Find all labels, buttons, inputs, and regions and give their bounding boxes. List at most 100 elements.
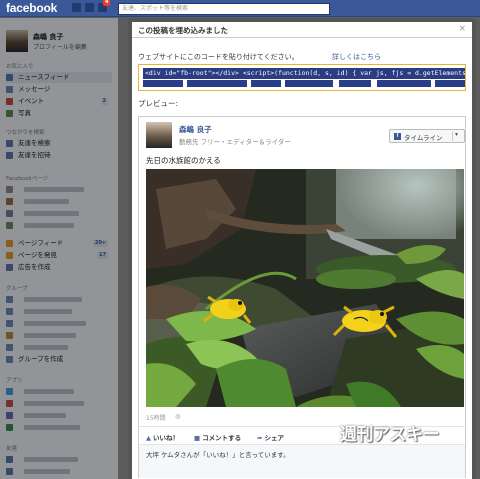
left-sidebar: 森嶋 良子 プロフィールを編集 お気に入り ニュースフィード メッセージ イベン… bbox=[0, 18, 118, 479]
chevron-down-icon[interactable]: ▾ bbox=[455, 131, 458, 138]
group-icon bbox=[6, 320, 13, 327]
sidebar-item-app-1[interactable] bbox=[6, 386, 112, 397]
discover-pages-count: 17 bbox=[97, 252, 108, 259]
post-author[interactable]: 森嶋 良子 bbox=[179, 124, 212, 135]
news-feed-icon bbox=[6, 74, 13, 81]
sidebar-item-group-3[interactable] bbox=[6, 318, 112, 329]
blurred-label bbox=[24, 187, 84, 192]
sidebar-item-messages[interactable]: メッセージ bbox=[6, 84, 112, 95]
avatar[interactable] bbox=[146, 122, 172, 148]
messages-icon bbox=[6, 86, 13, 93]
sidebar-item-app-2[interactable] bbox=[6, 398, 112, 409]
blurred-label bbox=[24, 297, 82, 302]
messages-icon[interactable] bbox=[85, 3, 94, 12]
frog-photo bbox=[146, 169, 464, 407]
embed-post-dialog: この投稿を埋め込みました × ウェブサイトにこのコードを貼り付けてください。 詳… bbox=[132, 22, 472, 479]
find-friends-icon bbox=[6, 140, 13, 147]
avatar[interactable] bbox=[6, 30, 28, 52]
friend-list-icon bbox=[6, 468, 13, 475]
close-icon[interactable]: × bbox=[458, 24, 466, 34]
sidebar-item-group-2[interactable] bbox=[6, 306, 112, 317]
blurred-label bbox=[24, 469, 70, 474]
sidebar-item-group-5[interactable] bbox=[6, 342, 112, 353]
sidebar-item-group-4[interactable] bbox=[6, 330, 112, 341]
app-icon bbox=[6, 400, 13, 407]
sidebar-item-friend-1[interactable] bbox=[6, 454, 112, 465]
connect-header: つながりを検索 bbox=[6, 130, 45, 136]
author-role: 勤務先 フリー・エディター＆ライター bbox=[179, 138, 291, 146]
dialog-header: この投稿を埋め込みました × bbox=[132, 22, 472, 38]
sidebar-item-discover-pages[interactable]: ページを発見 17 bbox=[6, 250, 112, 261]
sidebar-item-find-friends[interactable]: 友達を検索 bbox=[6, 138, 112, 149]
pages-feed-icon bbox=[6, 240, 13, 247]
apps-header: アプリ bbox=[6, 378, 23, 384]
post-timestamp[interactable]: 15時間 bbox=[146, 413, 166, 422]
blurred-label bbox=[24, 309, 72, 314]
groups-header: グループ bbox=[6, 286, 28, 292]
embed-instruction: ウェブサイトにこのコードを貼り付けてください。 bbox=[138, 53, 299, 61]
sidebar-item-create-group[interactable]: グループを作成 bbox=[6, 354, 112, 365]
share-icon: ➦ bbox=[257, 434, 263, 442]
blurred-label bbox=[24, 333, 76, 338]
app-icon bbox=[6, 424, 13, 431]
sidebar-item-create-ad[interactable]: 広告を作成 bbox=[6, 262, 112, 273]
page-icon bbox=[6, 210, 13, 217]
notification-badge: 4 bbox=[103, 0, 111, 6]
search-input[interactable]: 友達、スポット等を検索 bbox=[118, 3, 330, 15]
timeline-button[interactable]: f タイムライン ▾ bbox=[389, 129, 465, 143]
comment-button[interactable]: ■ コメントする bbox=[194, 432, 241, 442]
timeline-label: タイムライン bbox=[404, 134, 443, 142]
friend-list-icon bbox=[6, 456, 13, 463]
pages-feed-count: 20+ bbox=[92, 240, 108, 247]
events-count: 2 bbox=[100, 98, 108, 105]
learn-more-link[interactable]: 詳しくはこちら bbox=[332, 52, 381, 62]
friend-requests-icon[interactable] bbox=[72, 3, 81, 12]
facebook-icon: f bbox=[394, 133, 401, 140]
profile-name[interactable]: 森嶋 良子 bbox=[33, 32, 63, 42]
sidebar-item-page-2[interactable] bbox=[6, 196, 112, 207]
blurred-label bbox=[24, 457, 78, 462]
facebook-logo[interactable]: facebook bbox=[6, 1, 57, 15]
sidebar-item-page-4[interactable] bbox=[6, 220, 112, 231]
thumbs-up-icon: ▲ bbox=[146, 434, 151, 442]
top-bar: facebook 4 友達、スポット等を検索 bbox=[0, 0, 480, 17]
blurred-label bbox=[24, 345, 68, 350]
sidebar-item-page-3[interactable] bbox=[6, 208, 112, 219]
blurred-label bbox=[24, 389, 74, 394]
blurred-label bbox=[24, 401, 84, 406]
discover-pages-icon bbox=[6, 252, 13, 259]
sidebar-item-invite-friends[interactable]: 友達を招待 bbox=[6, 150, 112, 161]
like-button[interactable]: ▲ いいね！ bbox=[146, 432, 179, 442]
page-icon bbox=[6, 186, 13, 193]
sidebar-item-news-feed[interactable]: ニュースフィード bbox=[6, 72, 112, 83]
blurred-label bbox=[24, 199, 69, 204]
events-icon bbox=[6, 98, 13, 105]
sidebar-item-app-4[interactable] bbox=[6, 422, 112, 433]
sidebar-item-events[interactable]: イベント 2 bbox=[6, 96, 112, 107]
post-photo[interactable] bbox=[146, 169, 464, 407]
embed-code-overflow bbox=[143, 79, 465, 88]
sidebar-item-pages-feed[interactable]: ページフィード 20+ bbox=[6, 238, 112, 249]
sidebar-item-photos[interactable]: 写真 bbox=[6, 108, 112, 119]
invite-friends-icon bbox=[6, 152, 13, 159]
globe-icon: ◍ bbox=[175, 413, 181, 420]
sidebar-item-group-1[interactable] bbox=[6, 294, 112, 305]
profile-summary[interactable]: 森嶋 良子 プロフィールを編集 bbox=[6, 30, 106, 52]
group-icon bbox=[6, 296, 13, 303]
app-icon bbox=[6, 388, 13, 395]
sidebar-item-page-1[interactable] bbox=[6, 184, 112, 195]
photos-icon bbox=[6, 110, 13, 117]
group-icon bbox=[6, 344, 13, 351]
friends-header: 友達 bbox=[6, 446, 18, 452]
group-icon bbox=[6, 308, 13, 315]
create-ad-icon bbox=[6, 264, 13, 271]
embed-code-field[interactable]: <div id="fb-root"></div> <script>(functi… bbox=[138, 64, 466, 91]
likes-text[interactable]: 大坪 ケムタさんが「いいね！」と言っています。 bbox=[146, 449, 290, 459]
sidebar-item-app-3[interactable] bbox=[6, 410, 112, 421]
group-icon bbox=[6, 332, 13, 339]
edit-profile-link[interactable]: プロフィールを編集 bbox=[33, 42, 87, 51]
sidebar-item-friend-2[interactable] bbox=[6, 466, 112, 477]
blurred-label bbox=[24, 211, 79, 216]
publisher-watermark: 週刊アスキー bbox=[340, 425, 440, 445]
share-button[interactable]: ➦ シェア bbox=[257, 432, 284, 442]
